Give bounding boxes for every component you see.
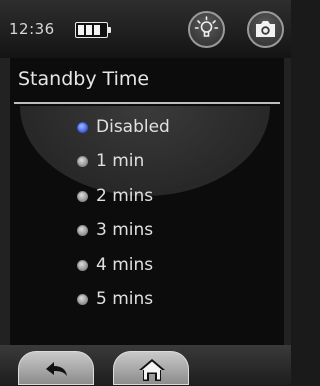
option-2-mins[interactable]: 2 mins bbox=[77, 183, 153, 209]
option-label: Disabled bbox=[96, 117, 170, 137]
page-title: Standby Time bbox=[18, 68, 150, 90]
option-5-mins[interactable]: 5 mins bbox=[77, 286, 153, 312]
title-divider bbox=[14, 102, 280, 104]
back-arrow-icon bbox=[46, 362, 67, 376]
lightbulb-icon bbox=[194, 16, 219, 37]
option-label: 4 mins bbox=[96, 255, 154, 275]
radio-unselected-icon bbox=[77, 259, 88, 271]
home-icon bbox=[139, 359, 165, 381]
option-disabled[interactable]: Disabled bbox=[77, 114, 170, 140]
home-button[interactable] bbox=[113, 351, 189, 385]
camera-button[interactable] bbox=[247, 11, 284, 48]
clock-time: 12:36 bbox=[9, 20, 55, 38]
radio-unselected-icon bbox=[77, 293, 88, 305]
option-1-min[interactable]: 1 min bbox=[77, 148, 144, 174]
device-screen: 12:36 Standby Time Disabled 1 min 2 mins… bbox=[0, 0, 291, 385]
option-3-mins[interactable]: 3 mins bbox=[77, 217, 153, 243]
radio-selected-icon bbox=[77, 121, 88, 133]
back-button[interactable] bbox=[18, 351, 94, 385]
radio-unselected-icon bbox=[77, 224, 88, 236]
option-label: 5 mins bbox=[96, 289, 154, 309]
camera-icon bbox=[256, 21, 275, 37]
battery-icon bbox=[75, 22, 111, 38]
option-label: 1 min bbox=[96, 151, 145, 171]
radio-unselected-icon bbox=[77, 155, 88, 167]
option-label: 2 mins bbox=[96, 186, 154, 206]
light-button[interactable] bbox=[188, 11, 225, 48]
radio-unselected-icon bbox=[77, 190, 88, 202]
settings-panel: Standby Time Disabled 1 min 2 mins 3 min… bbox=[10, 58, 284, 345]
option-label: 3 mins bbox=[96, 220, 154, 240]
status-bar: 12:36 bbox=[0, 0, 291, 58]
bottom-nav-bar bbox=[0, 345, 291, 385]
option-4-mins[interactable]: 4 mins bbox=[77, 252, 153, 278]
